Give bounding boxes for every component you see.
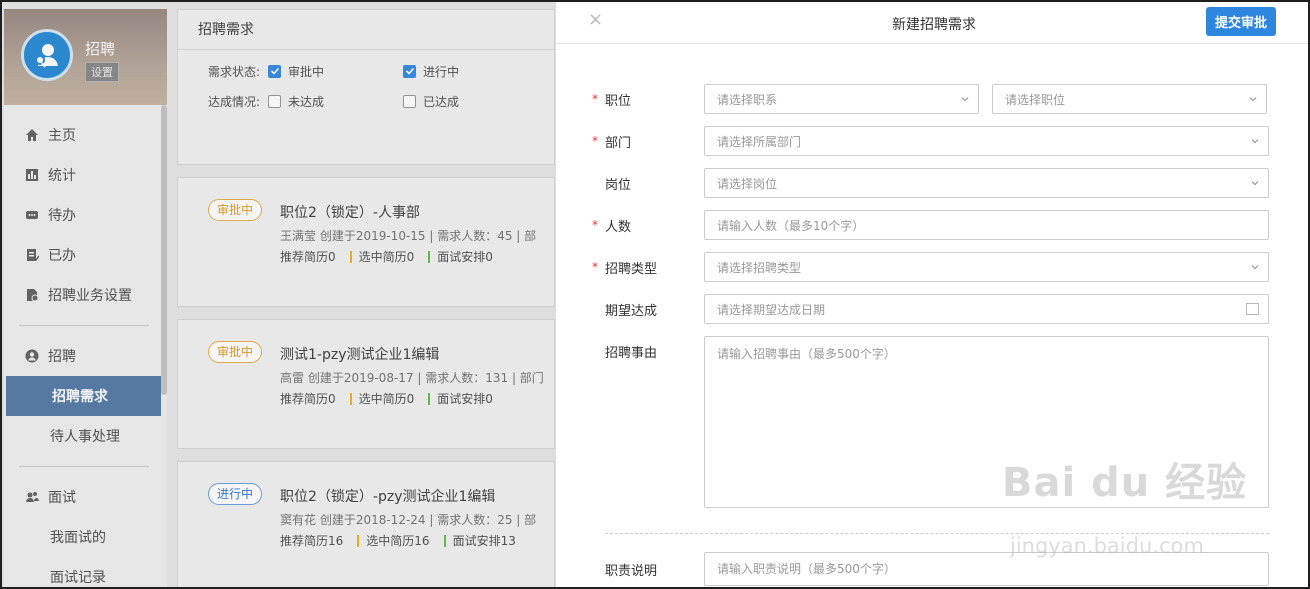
submit-approval-button[interactable]: 提交审批 (1206, 7, 1276, 36)
field-label: 期望达成 (605, 303, 658, 319)
modal-backdrop[interactable] (2, 2, 555, 587)
field-label: * 招聘类型 (592, 260, 658, 277)
field-headcount: * 人数 请输入人数（最多10个字） (592, 210, 1269, 240)
field-position: * 职位 请选择职系 请选择职位 (592, 84, 1267, 114)
job-position-select[interactable]: 请选择职位 (992, 84, 1267, 114)
watermark-logo: Bai du 经验 (1002, 460, 1248, 506)
field-label: 岗位 (605, 177, 632, 193)
field-label: 职责说明 (605, 563, 658, 579)
chevron-down-icon (1249, 97, 1257, 102)
field-label: * 职位 (592, 92, 632, 109)
drawer-header: × 新建招聘需求 提交审批 (556, 2, 1308, 44)
field-expected-date: 期望达成 请选择期望达成日期 (592, 294, 1269, 324)
field-recruit-type: * 招聘类型 请选择招聘类型 (592, 252, 1269, 282)
job-family-select[interactable]: 请选择职系 (704, 84, 979, 114)
chevron-down-icon (1251, 265, 1259, 270)
drawer-title: 新建招聘需求 (892, 17, 976, 33)
field-duty: 职责说明 请输入职责说明（最多500个字） (592, 552, 1269, 586)
calendar-icon (1246, 303, 1259, 315)
chevron-down-icon (1251, 181, 1259, 186)
field-post: 岗位 请选择岗位 (592, 168, 1269, 198)
field-reason: 招聘事由 (592, 336, 704, 366)
field-label: * 人数 (592, 218, 632, 235)
app-frame: 招聘 设置 主页 统计 待办 已办 招聘业务设置 招聘 招聘需求 待人事处理 面… (0, 0, 1310, 589)
recruit-type-select[interactable]: 请选择招聘类型 (704, 252, 1269, 282)
field-label: 招聘事由 (605, 345, 658, 361)
chevron-down-icon (961, 97, 969, 102)
watermark-url: jingyan.baidu.com (1010, 534, 1204, 558)
expected-date-picker[interactable]: 请选择期望达成日期 (704, 294, 1269, 324)
headcount-input[interactable]: 请输入人数（最多10个字） (704, 210, 1269, 240)
field-department: * 部门 请选择所属部门 (592, 126, 1269, 156)
field-label: * 部门 (592, 134, 632, 151)
post-select[interactable]: 请选择岗位 (704, 168, 1269, 198)
chevron-down-icon (1251, 139, 1259, 144)
department-select[interactable]: 请选择所属部门 (704, 126, 1269, 156)
